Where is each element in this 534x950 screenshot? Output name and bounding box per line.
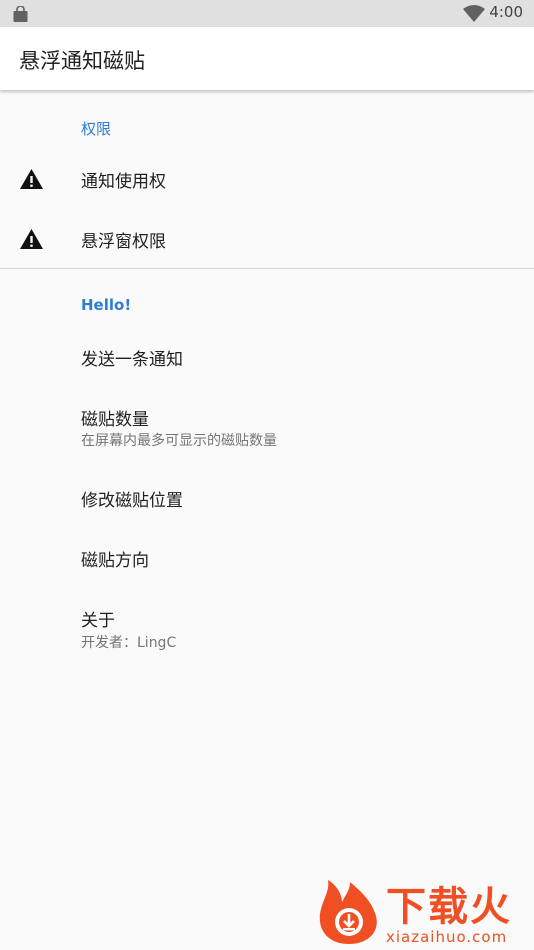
status-time: 4:00 xyxy=(489,3,523,21)
watermark-logo: 下载火 xiazaihuo.com xyxy=(312,876,534,949)
list-item-title: 关于 xyxy=(81,611,115,631)
wifi-icon xyxy=(463,5,485,26)
warning-icon xyxy=(19,168,44,194)
watermark-url: xiazaihuo.com xyxy=(386,928,508,946)
section-header-permissions: 权限 xyxy=(81,120,112,138)
page-title: 悬浮通知磁贴 xyxy=(19,49,145,73)
list-item-send-notification[interactable]: 发送一条通知 xyxy=(0,327,534,385)
list-item-title: 磁贴方向 xyxy=(81,551,149,571)
list-item-title: 通知使用权 xyxy=(81,172,166,192)
list-item-tile-count[interactable]: 磁贴数量 在屏幕内最多可显示的磁贴数量 xyxy=(0,388,534,460)
list-item-title: 悬浮窗权限 xyxy=(81,232,166,252)
list-item-tile-position[interactable]: 修改磁贴位置 xyxy=(0,469,534,527)
watermark-text: 下载火 xyxy=(386,884,512,930)
section-header-hello: Hello! xyxy=(81,296,132,314)
shopping-bag-icon xyxy=(12,5,29,27)
list-item-subtitle: 在屏幕内最多可显示的磁贴数量 xyxy=(81,433,277,449)
status-bar: 4:00 xyxy=(0,0,534,27)
list-item-overlay-permission[interactable]: 悬浮窗权限 xyxy=(0,210,534,268)
list-item-title: 发送一条通知 xyxy=(81,350,183,370)
section-divider xyxy=(0,268,534,269)
list-item-title: 磁贴数量 xyxy=(81,410,149,430)
list-item-title: 修改磁贴位置 xyxy=(81,491,183,511)
warning-icon xyxy=(19,228,44,254)
list-item-notification-access[interactable]: 通知使用权 xyxy=(0,150,534,208)
list-item-about[interactable]: 关于 开发者：LingC xyxy=(0,590,534,662)
list-item-tile-direction[interactable]: 磁贴方向 xyxy=(0,529,534,587)
app-bar: 悬浮通知磁贴 xyxy=(0,27,534,90)
flame-download-icon xyxy=(316,878,382,950)
list-item-subtitle: 开发者：LingC xyxy=(81,635,177,651)
